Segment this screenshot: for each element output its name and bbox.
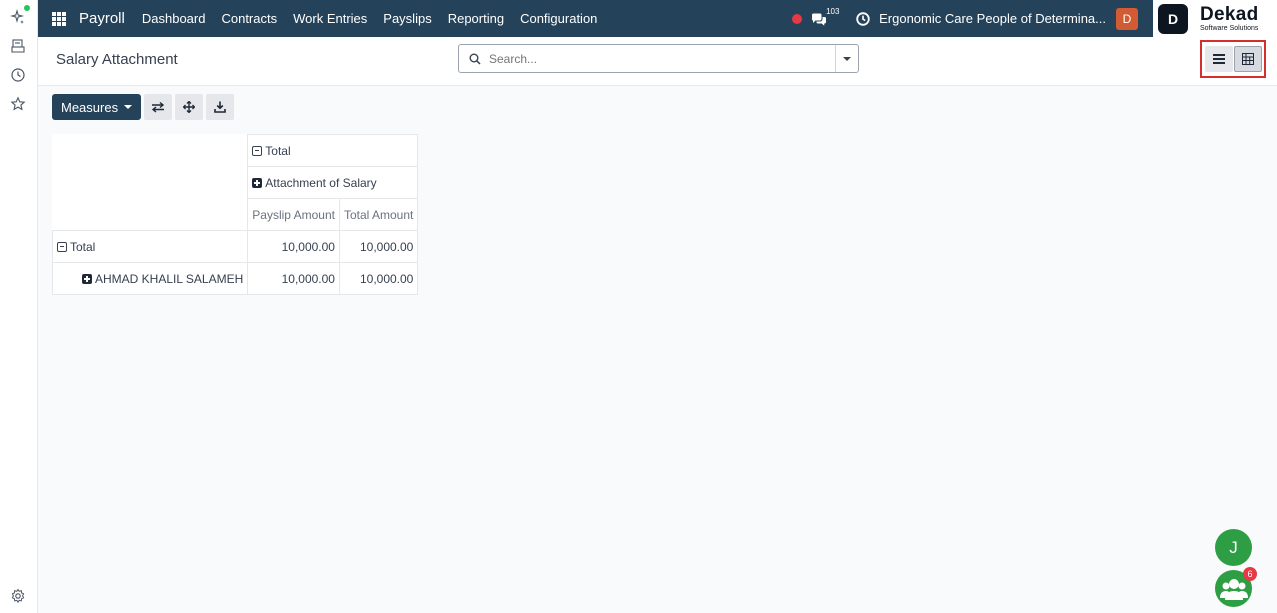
messages-button[interactable]: 103 [811,6,840,28]
pivot-toolbar: Measures [52,94,235,120]
col-header-total[interactable]: Total [247,134,419,167]
expand-icon [252,177,263,188]
company-logo: D Dekad Software Solutions [1153,0,1277,37]
history-clock-icon[interactable] [10,67,26,83]
caret-down-icon [124,105,133,109]
main-menu: Dashboard Contracts Work Entries Payslip… [134,11,606,26]
inbox-icon[interactable] [10,38,26,54]
pivot-table-icon [1241,53,1254,65]
flip-axis-button[interactable] [144,94,173,120]
search-icon [469,53,481,65]
chat-bubbles-icon [812,13,827,26]
chat-user-bubble[interactable]: J [1215,529,1252,566]
search-options-toggle[interactable] [835,45,858,72]
logo-mark: D [1158,3,1188,34]
expand-icon [82,273,92,284]
measure-header-total-amount[interactable]: Total Amount [338,198,419,231]
cell-value[interactable]: 10,000.00 [247,230,340,263]
download-button[interactable] [206,94,235,120]
user-avatar[interactable]: D [1116,7,1138,30]
apps-grid-icon[interactable] [52,11,66,26]
control-panel: Salary Attachment [38,37,1277,86]
table-row: Total 10,000.00 10,000.00 [51,230,419,263]
view-switcher [1200,40,1266,78]
settings-gear-icon[interactable] [10,588,26,604]
cell-value[interactable]: 10,000.00 [247,262,340,295]
row-header-total[interactable]: Total [51,230,249,263]
group-people-icon [1219,578,1248,600]
menu-contracts[interactable]: Contracts [213,11,285,26]
menu-configuration[interactable]: Configuration [512,11,605,26]
activity-clock-icon[interactable] [856,11,870,26]
app-name[interactable]: Payroll [79,10,125,27]
star-icon[interactable] [10,96,26,112]
search-bar [458,44,859,73]
expand-arrows-icon [183,101,196,113]
menu-dashboard[interactable]: Dashboard [134,11,214,26]
measures-button[interactable]: Measures [52,94,142,120]
download-icon [214,101,226,113]
pivot-view-button[interactable] [1233,46,1262,72]
company-switcher[interactable]: Ergonomic Care People of Determina... [879,11,1106,26]
search-input[interactable] [489,51,835,66]
measures-label: Measures [61,99,119,115]
cell-value[interactable]: 10,000.00 [338,230,419,263]
group-chat-badge: 6 [1243,567,1257,581]
table-row: AHMAD KHALIL SALAMEH 10,000.00 10,000.00 [51,262,419,295]
expand-all-button[interactable] [175,94,204,120]
cell-value[interactable]: 10,000.00 [338,262,419,295]
menu-reporting[interactable]: Reporting [440,11,512,26]
top-navbar: Payroll Dashboard Contracts Work Entries… [38,0,1153,37]
online-status-dot [24,5,30,11]
measure-header-payslip-amount[interactable]: Payslip Amount [247,198,340,231]
row-header-employee[interactable]: AHMAD KHALIL SALAMEH [51,262,249,295]
logo-name: Dekad [1200,4,1259,25]
chevron-down-icon [843,56,851,61]
list-view-button[interactable] [1205,46,1233,72]
left-rail [0,0,38,613]
menu-payslips[interactable]: Payslips [375,11,439,26]
collapse-icon [252,145,263,156]
collapse-icon [57,241,67,252]
flip-axis-icon [151,101,165,113]
logo-tagline: Software Solutions [1200,25,1259,32]
list-view-icon [1212,54,1225,64]
menu-work-entries[interactable]: Work Entries [285,11,375,26]
messages-count: 103 [826,6,840,16]
recording-status-icon[interactable] [792,13,803,24]
pivot-table: Total Attachment of Salary Payslip Amoun… [51,134,419,295]
ai-sparkle-icon[interactable] [10,9,26,25]
col-header-attachment[interactable]: Attachment of Salary [247,166,419,199]
page-title: Salary Attachment [56,51,178,68]
